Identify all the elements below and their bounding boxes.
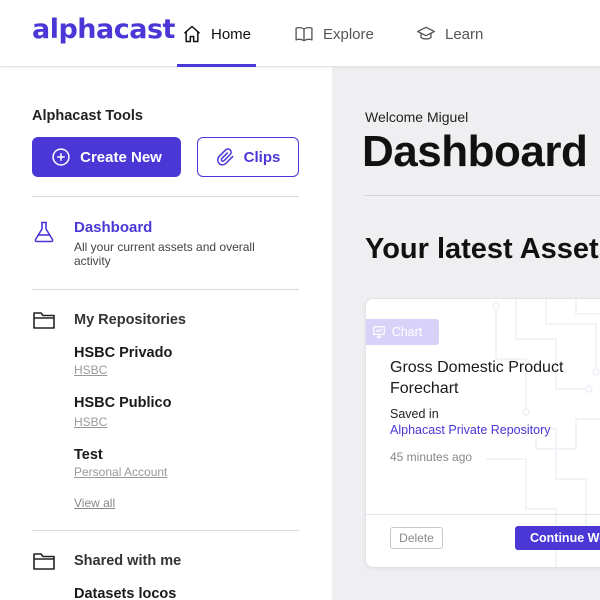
chart-badge-label: Chart	[391, 325, 423, 339]
home-icon	[184, 25, 200, 43]
repository-owner[interactable]: HSBC	[74, 415, 107, 429]
nav-learn-label: Learn	[445, 25, 484, 43]
repository-owner[interactable]: HSBC	[74, 363, 107, 377]
sidebar: Alphacast Tools Create New Clips Dashboa…	[0, 67, 332, 600]
presentation-chart-icon	[372, 326, 385, 338]
active-tab-indicator	[177, 64, 256, 67]
repository-owner[interactable]: Personal Account	[74, 465, 167, 479]
welcome-message: Welcome Miguel	[365, 109, 469, 125]
last-updated-time: 45 minutes ago	[390, 450, 473, 464]
delete-button[interactable]: Delete	[390, 527, 443, 549]
create-new-label: Create New	[80, 148, 162, 166]
top-navigation: alphacast Home Explore Learn	[0, 0, 600, 67]
repository-item[interactable]: Test	[74, 447, 103, 463]
paperclip-icon	[216, 148, 234, 166]
main-divider	[365, 195, 600, 196]
create-new-button[interactable]: Create New	[32, 137, 181, 177]
asset-card[interactable]: Chart Gross Domestic Product Forechart S…	[365, 298, 600, 568]
saved-in-label: Saved in	[390, 407, 439, 421]
folder-icon	[33, 312, 55, 329]
sidebar-divider	[32, 289, 299, 290]
my-repositories-title[interactable]: My Repositories	[74, 312, 186, 328]
repository-item[interactable]: HSBC Publico	[74, 395, 171, 411]
repository-item[interactable]: HSBC Privado	[74, 345, 172, 361]
nav-explore-label: Explore	[323, 25, 374, 43]
flask-icon	[34, 221, 54, 243]
shared-item[interactable]: Datasets locos	[74, 586, 176, 600]
sidebar-divider	[32, 196, 299, 197]
continue-working-button[interactable]: Continue Working	[515, 526, 600, 550]
latest-assets-title: Your latest Assets	[365, 233, 600, 265]
tools-title: Alphacast Tools	[32, 108, 143, 124]
chart-type-badge: Chart	[366, 319, 439, 345]
repository-link[interactable]: Alphacast Private Repository	[390, 423, 551, 437]
sidebar-divider	[32, 530, 299, 531]
asset-title[interactable]: Gross Domestic Product Forechart	[390, 357, 590, 399]
dashboard-description: All your current assets and overall acti…	[74, 240, 255, 268]
shared-with-me-title[interactable]: Shared with me	[74, 553, 181, 569]
main-content: Welcome Miguel Dashboard Your latest Ass…	[332, 67, 600, 600]
clips-button[interactable]: Clips	[197, 137, 299, 177]
clips-label: Clips	[243, 148, 281, 166]
nav-home[interactable]: Home	[182, 24, 251, 44]
folder-icon	[33, 553, 55, 570]
page-title: Dashboard	[362, 127, 588, 176]
view-all-link[interactable]: View all	[74, 496, 115, 510]
alphacast-logo[interactable]: alphacast	[32, 14, 175, 45]
nav-learn[interactable]: Learn	[416, 24, 483, 44]
graduation-cap-icon	[417, 26, 435, 40]
sidebar-item-dashboard[interactable]: Dashboard	[74, 219, 152, 236]
plus-circle-icon	[52, 148, 70, 166]
nav-explore[interactable]: Explore	[294, 24, 374, 44]
book-icon	[295, 26, 313, 42]
card-divider	[366, 514, 600, 515]
nav-home-label: Home	[211, 25, 252, 43]
